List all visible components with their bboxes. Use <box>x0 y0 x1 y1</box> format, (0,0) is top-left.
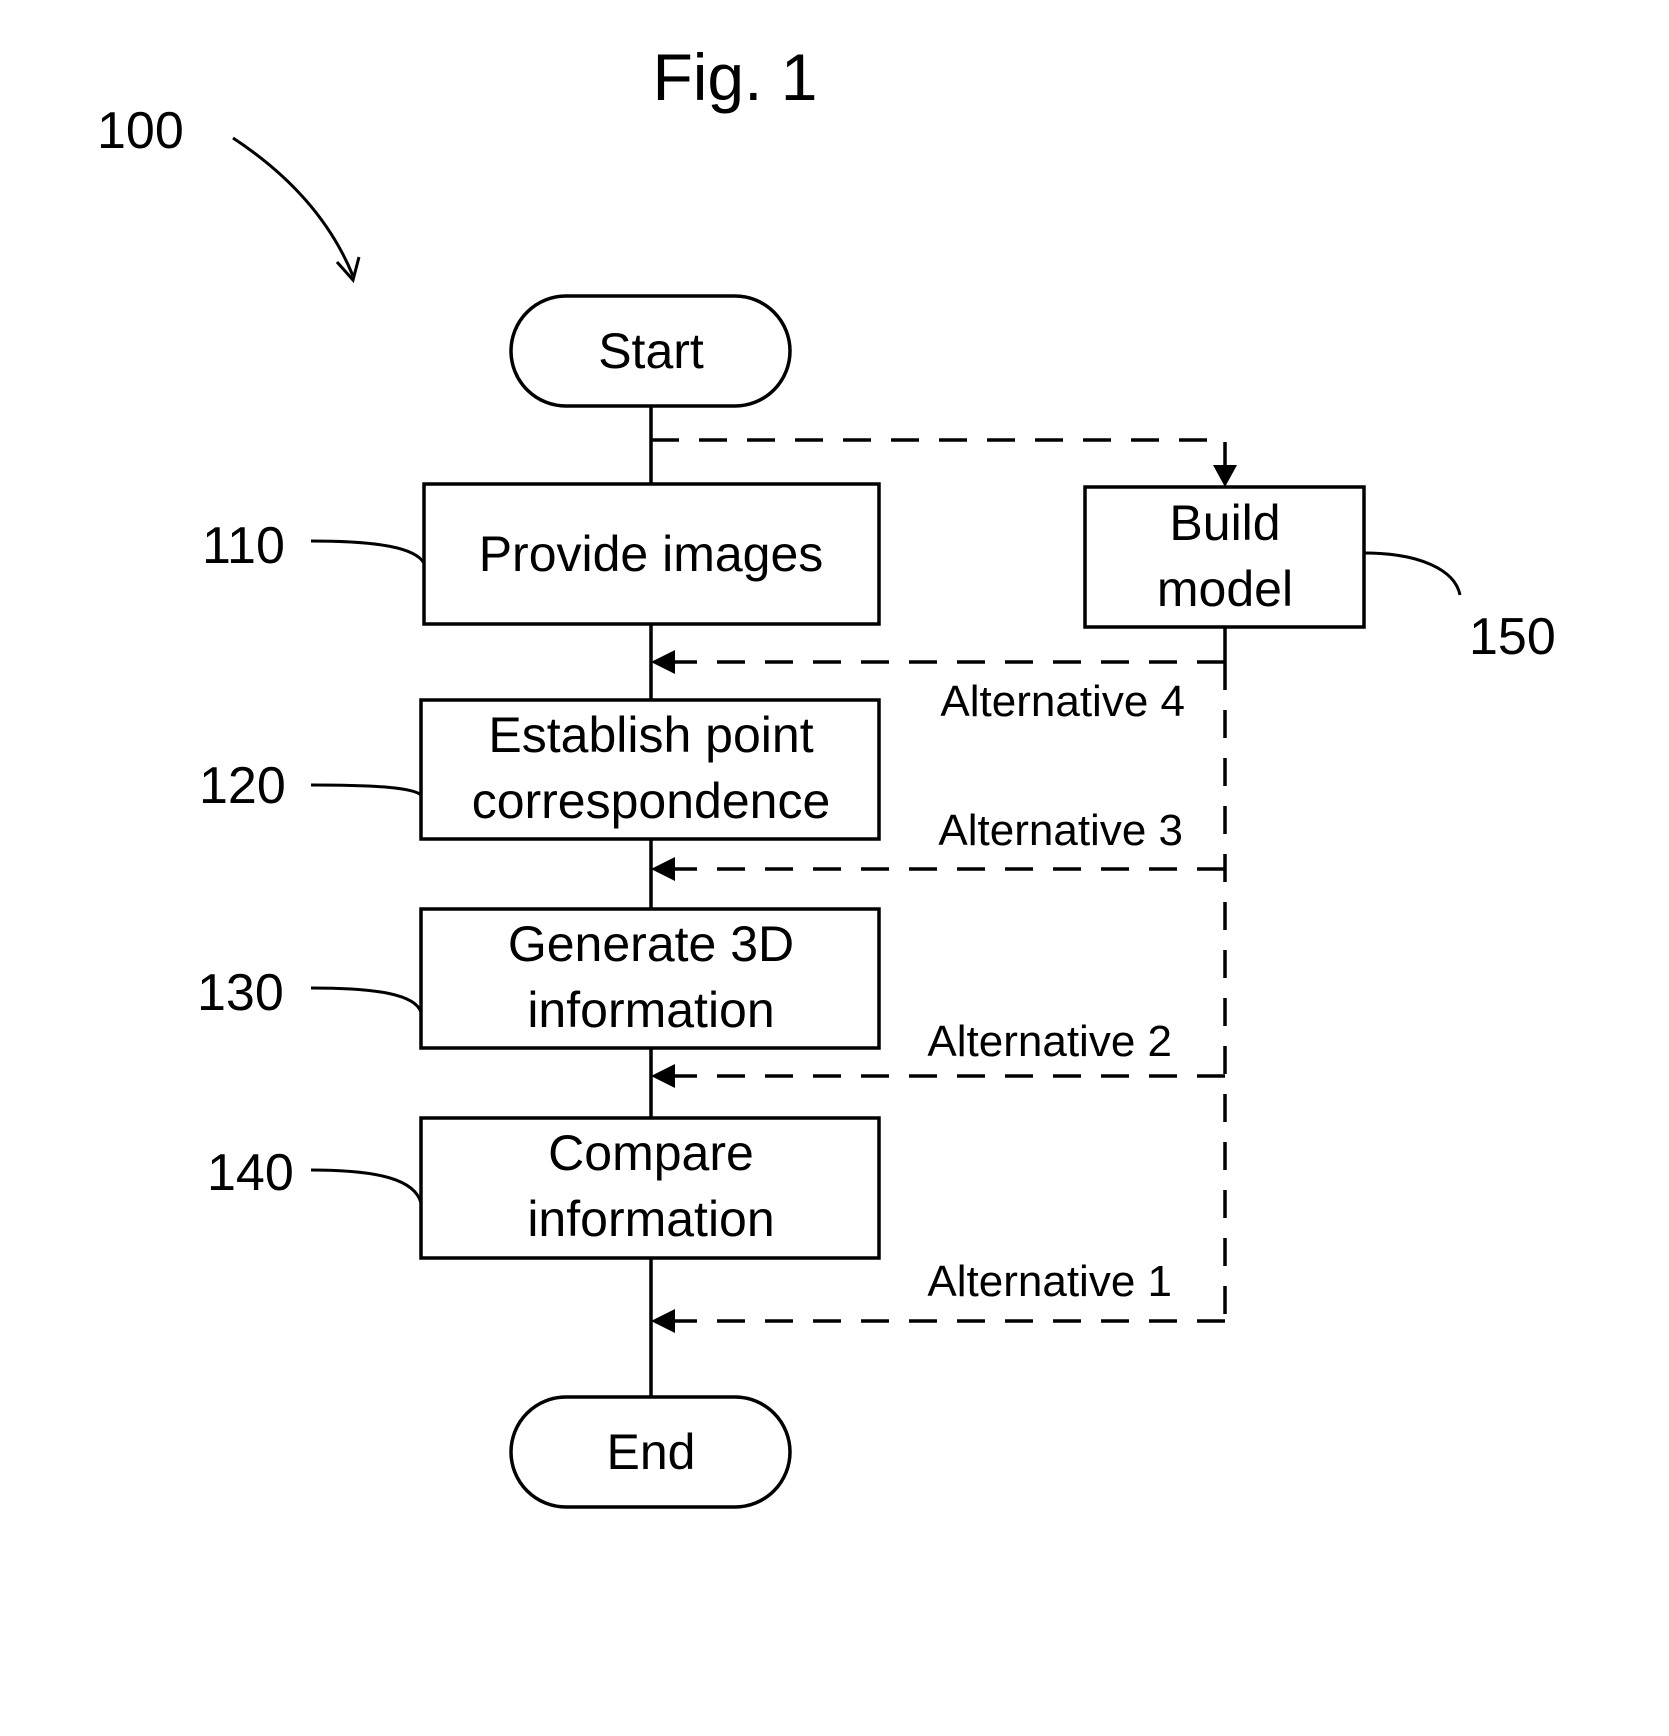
step-120-label-line-1: Establish point <box>488 707 813 763</box>
alternative-2-arrowhead <box>651 1064 675 1088</box>
step-130-label-line-2: information <box>527 982 774 1038</box>
alternative-2-label: Alternative 2 <box>927 1017 1172 1066</box>
step-120-leader <box>310 783 422 797</box>
start-terminal[interactable]: Start <box>509 294 792 408</box>
figure-reference-arrowhead <box>335 256 361 284</box>
step-110-leader <box>310 539 426 564</box>
alternative-3-arrowhead <box>651 857 675 881</box>
alternative-1-label: Alternative 1 <box>927 1257 1172 1306</box>
step-120-label-line-2: correspondence <box>472 773 831 829</box>
step-110-provide-images[interactable]: Provide images <box>422 482 881 626</box>
dashed-branch-to-build-model <box>651 438 1227 468</box>
step-120-reference: 120 <box>199 757 286 815</box>
end-label: End <box>607 1424 696 1480</box>
step-130-label-line-1: Generate 3D <box>508 916 794 972</box>
step-150-label-line-1: Build <box>1169 495 1280 551</box>
step-130-generate-3d-information[interactable]: Generate 3D information <box>419 907 881 1050</box>
step-150-build-model[interactable]: Build model <box>1083 485 1366 629</box>
step-140-label-line-2: information <box>527 1191 774 1247</box>
step-110-label-line-1: Provide images <box>479 526 824 582</box>
figure-title: Fig. 1 <box>652 40 817 114</box>
alternative-4-label: Alternative 4 <box>940 677 1185 726</box>
step-110-reference: 110 <box>202 517 285 575</box>
flowchart-figure: Fig. 1 100 Start Provide images 110 Esta… <box>97 40 1556 1509</box>
step-130-reference: 130 <box>197 964 284 1022</box>
step-150-leader <box>1363 551 1462 596</box>
step-140-label-line-1: Compare <box>548 1125 754 1181</box>
figure-reference-arrow <box>232 136 355 277</box>
alternative-4-arrowhead <box>651 650 675 674</box>
step-140-reference: 140 <box>207 1144 294 1202</box>
alternative-3-label: Alternative 3 <box>938 806 1183 855</box>
step-150-reference: 150 <box>1469 608 1556 666</box>
step-130-leader <box>310 986 423 1013</box>
end-terminal[interactable]: End <box>509 1395 792 1509</box>
start-label: Start <box>598 323 704 379</box>
step-120-establish-point-correspondence[interactable]: Establish point correspondence <box>419 698 881 841</box>
figure-reference-number: 100 <box>97 102 184 160</box>
step-140-leader <box>310 1168 423 1204</box>
alternative-1-arrowhead <box>651 1309 675 1333</box>
step-150-label-line-2: model <box>1157 561 1293 617</box>
arrowhead-into-build-model <box>1213 465 1237 487</box>
step-140-compare-information[interactable]: Compare information <box>419 1116 881 1260</box>
